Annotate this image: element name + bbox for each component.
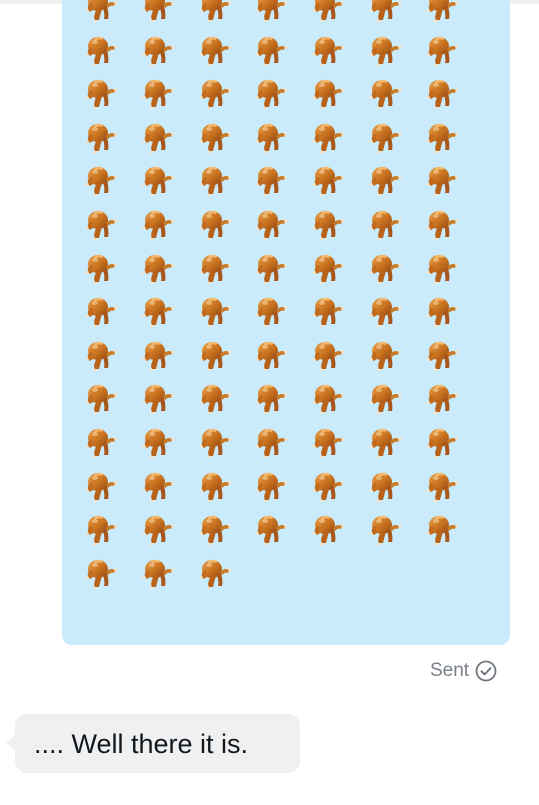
roasted-chicken-emoji — [141, 163, 175, 197]
roasted-chicken-emoji — [311, 425, 345, 459]
roasted-chicken-emoji — [254, 294, 288, 328]
roasted-chicken-emoji — [141, 338, 175, 372]
roasted-chicken-emoji — [368, 33, 402, 67]
roasted-chicken-emoji — [254, 338, 288, 372]
roasted-chicken-emoji — [368, 294, 402, 328]
sent-message-bubble[interactable] — [62, 0, 510, 645]
roasted-chicken-emoji — [368, 0, 402, 23]
roasted-chicken-emoji — [84, 207, 118, 241]
roasted-chicken-emoji — [84, 338, 118, 372]
roasted-chicken-emoji — [311, 120, 345, 154]
roasted-chicken-emoji — [254, 163, 288, 197]
roasted-chicken-emoji — [311, 33, 345, 67]
roasted-chicken-emoji — [311, 469, 345, 503]
received-message-text: .... Well there it is. — [34, 729, 249, 759]
roasted-chicken-emoji — [141, 512, 175, 546]
roasted-chicken-emoji — [311, 0, 345, 23]
roasted-chicken-emoji — [254, 251, 288, 285]
roasted-chicken-emoji — [198, 294, 232, 328]
roasted-chicken-emoji — [425, 294, 459, 328]
roasted-chicken-emoji — [425, 0, 459, 23]
roasted-chicken-emoji — [368, 469, 402, 503]
roasted-chicken-emoji — [311, 338, 345, 372]
roasted-chicken-emoji — [254, 76, 288, 110]
roasted-chicken-emoji — [368, 381, 402, 415]
roasted-chicken-emoji — [368, 120, 402, 154]
roasted-chicken-emoji — [141, 294, 175, 328]
roasted-chicken-emoji — [368, 207, 402, 241]
roasted-chicken-emoji — [84, 163, 118, 197]
roasted-chicken-emoji — [198, 251, 232, 285]
roasted-chicken-emoji — [141, 425, 175, 459]
roasted-chicken-emoji — [198, 338, 232, 372]
roasted-chicken-emoji — [425, 338, 459, 372]
sent-status: Sent — [430, 659, 497, 683]
roasted-chicken-emoji — [198, 207, 232, 241]
roasted-chicken-emoji — [84, 120, 118, 154]
sent-status-label: Sent — [430, 660, 470, 681]
roasted-chicken-emoji — [425, 163, 459, 197]
roasted-chicken-emoji — [425, 381, 459, 415]
roasted-chicken-emoji — [311, 381, 345, 415]
roasted-chicken-emoji — [198, 120, 232, 154]
roasted-chicken-emoji — [368, 425, 402, 459]
roasted-chicken-emoji — [141, 469, 175, 503]
roasted-chicken-emoji — [84, 381, 118, 415]
roasted-chicken-emoji — [141, 120, 175, 154]
roasted-chicken-emoji — [84, 556, 118, 590]
roasted-chicken-emoji — [84, 76, 118, 110]
roasted-chicken-emoji — [141, 381, 175, 415]
roasted-chicken-emoji — [198, 76, 232, 110]
roasted-chicken-emoji — [425, 76, 459, 110]
roasted-chicken-emoji — [254, 120, 288, 154]
roasted-chicken-emoji — [368, 512, 402, 546]
roasted-chicken-emoji — [311, 512, 345, 546]
roasted-chicken-emoji — [425, 469, 459, 503]
roasted-chicken-emoji — [368, 251, 402, 285]
roasted-chicken-emoji — [254, 425, 288, 459]
roasted-chicken-emoji — [311, 207, 345, 241]
roasted-chicken-emoji — [198, 425, 232, 459]
roasted-chicken-emoji — [425, 33, 459, 67]
roasted-chicken-emoji — [84, 512, 118, 546]
roasted-chicken-emoji — [198, 512, 232, 546]
roasted-chicken-emoji — [311, 76, 345, 110]
roasted-chicken-emoji — [141, 556, 175, 590]
roasted-chicken-emoji — [141, 76, 175, 110]
roasted-chicken-emoji — [368, 338, 402, 372]
roasted-chicken-emoji — [84, 0, 118, 23]
roasted-chicken-emoji — [84, 469, 118, 503]
roasted-chicken-emoji — [198, 381, 232, 415]
roasted-chicken-emoji — [254, 207, 288, 241]
roasted-chicken-emoji — [311, 163, 345, 197]
roasted-chicken-emoji — [425, 512, 459, 546]
roasted-chicken-emoji — [84, 425, 118, 459]
roasted-chicken-emoji — [198, 469, 232, 503]
roasted-chicken-emoji — [368, 163, 402, 197]
roasted-chicken-emoji — [425, 207, 459, 241]
roasted-chicken-emoji — [311, 251, 345, 285]
roasted-chicken-emoji — [141, 33, 175, 67]
roasted-chicken-emoji — [311, 294, 345, 328]
roasted-chicken-emoji — [141, 0, 175, 23]
roasted-chicken-emoji — [141, 251, 175, 285]
check-circle-icon — [475, 660, 497, 682]
roasted-chicken-emoji — [198, 33, 232, 67]
roasted-chicken-emoji — [254, 381, 288, 415]
roasted-chicken-emoji — [254, 512, 288, 546]
roasted-chicken-emoji — [254, 469, 288, 503]
roasted-chicken-emoji — [84, 33, 118, 67]
roasted-chicken-emoji — [368, 76, 402, 110]
roasted-chicken-emoji — [425, 120, 459, 154]
roasted-chicken-emoji — [141, 207, 175, 241]
roasted-chicken-emoji — [254, 0, 288, 23]
roasted-chicken-emoji — [198, 163, 232, 197]
roasted-chicken-emoji — [425, 425, 459, 459]
roasted-chicken-emoji — [198, 0, 232, 23]
roasted-chicken-emoji — [425, 251, 459, 285]
roasted-chicken-emoji — [84, 294, 118, 328]
roasted-chicken-emoji — [84, 251, 118, 285]
roasted-chicken-emoji — [254, 33, 288, 67]
roasted-chicken-emoji — [198, 556, 232, 590]
